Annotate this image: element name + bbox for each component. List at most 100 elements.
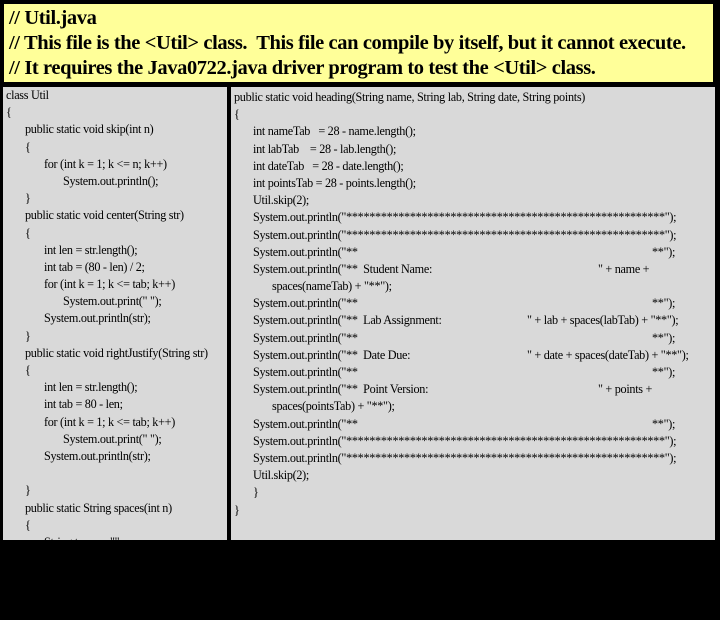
code-line: {: [6, 225, 227, 242]
code-line: System.out.println("** **");: [234, 295, 715, 312]
code-line: System.out.println("********************…: [234, 450, 715, 467]
code-line: System.out.println("** **");: [234, 364, 715, 381]
code-text: {: [25, 363, 31, 377]
right-code-block: public static void heading(String name, …: [231, 87, 715, 519]
code-text: System.out.println(str);: [44, 311, 151, 326]
code-text-tail: " + points +: [598, 382, 653, 397]
code-text: String temp = "";: [44, 534, 123, 549]
code-line: System.out.println("** **");: [234, 330, 715, 347]
code-text: for (int k = 1; k <= n; k++): [44, 156, 167, 171]
code-text-tail: **");: [652, 296, 676, 311]
code-text: for (int k = 1; k <= tab; k++): [44, 414, 175, 429]
code-line: public static void center(String str): [6, 207, 227, 224]
code-text: System.out.println("**: [253, 244, 358, 259]
code-text: System.out.print(" ");: [63, 431, 162, 446]
code-text: public static void skip(int n): [25, 122, 154, 137]
left-code-panel: class Util { public static void skip(int n…: [3, 87, 227, 618]
code-text: int tab = 80 - len;: [44, 397, 123, 412]
code-line: spaces(nameTab) + "**");: [234, 278, 715, 295]
code-text: {: [25, 225, 31, 240]
code-text: {: [6, 105, 12, 120]
code-line: public static void rightJustify(String s…: [6, 345, 227, 362]
code-line: int tab = (80 - len) / 2;: [6, 259, 227, 276]
code-line: temp += " ";: [6, 568, 227, 585]
code-text: return temp;: [44, 586, 101, 601]
code-line: Util.skip(2);: [234, 467, 715, 484]
code-text: int nameTab = 28 - name.length();: [253, 124, 416, 139]
code-line: System.out.println("** Lab Assignment: " …: [234, 312, 715, 329]
code-line: System.out.println("********************…: [234, 227, 715, 244]
code-text: int labTab = 28 - lab.length();: [253, 141, 397, 156]
code-text: System.out.println("********************…: [253, 433, 677, 448]
code-line: }: [6, 482, 227, 499]
code-text: System.out.println("** Student Name:: [253, 261, 433, 276]
code-line: System.out.println("********************…: [234, 209, 715, 226]
code-text: System.out.println("** Point Version:: [253, 382, 429, 397]
code-line: }: [6, 328, 227, 345]
code-text: int pointsTab = 28 - points.length();: [253, 175, 416, 190]
code-line: int nameTab = 28 - name.length();: [234, 123, 715, 140]
code-text: }: [25, 483, 31, 498]
slide-header: // Util.java // This file is the <Util> …: [3, 3, 714, 83]
code-text: int dateTab = 28 - date.length();: [253, 158, 404, 173]
code-line: public static String spaces(int n): [6, 500, 227, 517]
code-text: int tab = (80 - len) / 2;: [44, 259, 145, 274]
code-text: {: [25, 139, 31, 154]
header-line: // This file is the <Util> class. This f…: [9, 32, 686, 54]
code-text: }: [234, 502, 240, 517]
code-line: System.out.print(" ");: [6, 431, 227, 448]
code-text: System.out.println("** Lab Assignment:: [253, 313, 442, 328]
code-text: System.out.println("********************…: [253, 210, 677, 225]
code-line: System.out.print(" ");: [6, 293, 227, 310]
code-text: public static void heading(String name, …: [234, 90, 586, 104]
code-text: }: [25, 603, 31, 618]
code-text: }: [25, 191, 31, 206]
code-text: Util.skip(2);: [253, 193, 310, 208]
code-text: spaces(nameTab) + "**");: [272, 279, 392, 294]
code-line: String temp = "";: [6, 534, 227, 551]
code-text-tail: **");: [652, 330, 676, 345]
code-text: temp += " ";: [63, 569, 120, 584]
code-line: int len = str.length();: [6, 242, 227, 259]
code-line: System.out.println("** Student Name: " + …: [234, 261, 715, 278]
code-text: System.out.print(" ");: [63, 294, 162, 309]
code-text: System.out.println("**: [253, 365, 358, 379]
code-line: System.out.println("** Date Due: " + date…: [234, 347, 715, 364]
code-text: public static String spaces(int n): [25, 500, 172, 515]
code-text-tail: **");: [652, 416, 676, 431]
code-text: System.out.println("**: [253, 330, 358, 345]
code-line: System.out.println("** **");: [234, 244, 715, 261]
code-line: System.out.println(str);: [6, 448, 227, 465]
code-text: public static void center(String str): [25, 208, 184, 223]
code-text: int len = str.length();: [44, 242, 138, 257]
code-text: for (int k = 1; k <= tab; k++): [44, 277, 175, 292]
code-line: return temp;: [6, 585, 227, 602]
header-line: // It requires the Java0722.java driver …: [9, 57, 596, 79]
code-line: System.out.println("********************…: [234, 433, 715, 450]
code-text: class Util: [6, 88, 49, 102]
code-line: class Util: [6, 87, 227, 104]
code-line: System.out.println("** Point Version: " +…: [234, 381, 715, 398]
code-line: for (int k = 1; k <= n; k++): [6, 551, 227, 568]
code-text: for (int k = 1; k <= n; k++): [44, 552, 167, 567]
code-line: int pointsTab = 28 - points.length();: [234, 175, 715, 192]
code-text: spaces(pointsTab) + "**");: [272, 399, 395, 414]
code-line: System.out.println(str);: [6, 310, 227, 327]
code-text: System.out.println("** Date Due:: [253, 347, 411, 362]
code-line: {: [6, 517, 227, 534]
code-line: for (int k = 1; k <= tab; k++): [6, 276, 227, 293]
code-line: System.out.println("** **");: [234, 416, 715, 433]
code-text: {: [234, 107, 240, 122]
code-line: {: [6, 139, 227, 156]
code-line: {: [6, 104, 227, 121]
code-text-tail: " + date + spaces(dateTab) + "**");: [527, 347, 689, 362]
code-text: System.out.println();: [63, 173, 159, 188]
code-line: {: [234, 106, 715, 123]
code-line: int dateTab = 28 - date.length();: [234, 158, 715, 175]
code-text: System.out.println("**: [253, 296, 358, 311]
header-line: // Util.java: [9, 7, 97, 29]
code-text: System.out.println("**: [253, 416, 358, 431]
code-line: }: [6, 603, 227, 620]
code-text: System.out.println("********************…: [253, 227, 677, 242]
